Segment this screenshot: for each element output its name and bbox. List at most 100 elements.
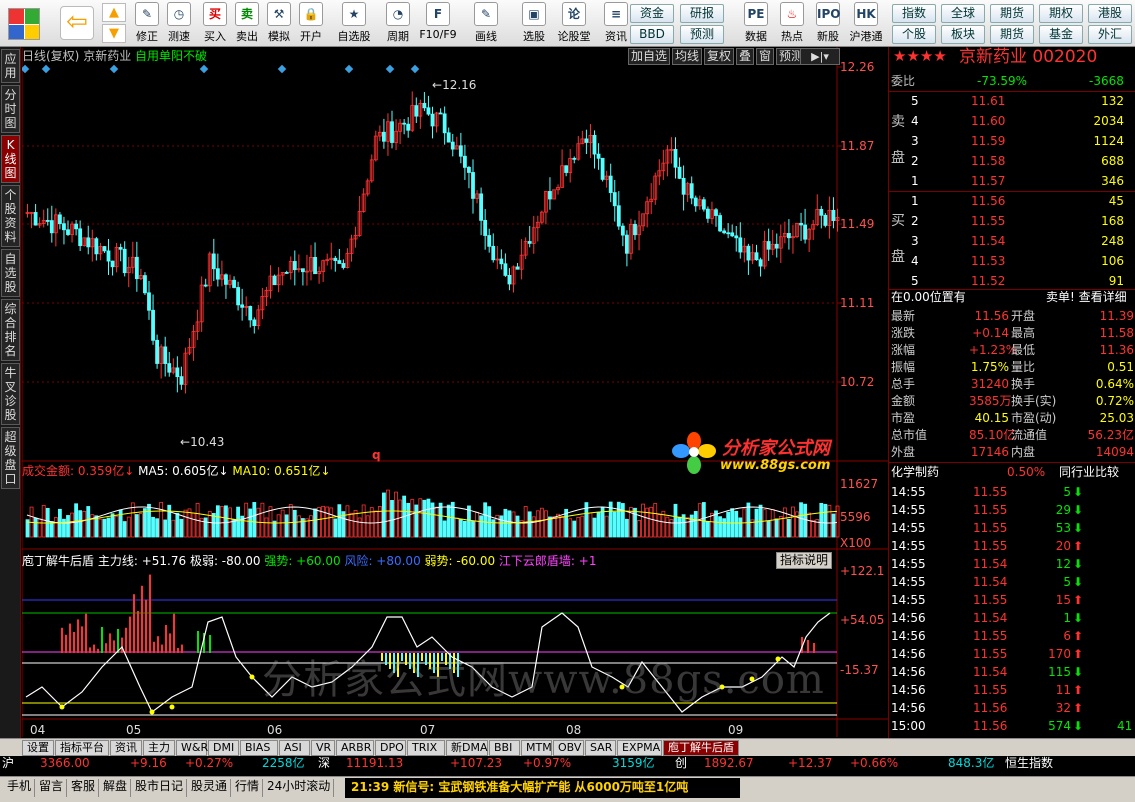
- tick-price: 11.55: [973, 539, 1008, 553]
- down-button[interactable]: ▼: [102, 24, 126, 43]
- chart-period[interactable]: 日线(复权): [22, 49, 79, 63]
- indicator-tab[interactable]: ARBR: [336, 740, 374, 756]
- volume-bar: [414, 504, 419, 538]
- candle-body: [341, 263, 346, 268]
- mini-button[interactable]: 预测: [680, 25, 724, 44]
- market-button[interactable]: 港股: [1088, 4, 1132, 23]
- status-item[interactable]: 股市日记: [132, 779, 188, 797]
- market-button[interactable]: 期权: [1039, 4, 1083, 23]
- wrench-button[interactable]: ✎ 修正: [132, 2, 162, 45]
- stopwatch-button[interactable]: ◷ 测速: [164, 2, 194, 45]
- indicator-tab[interactable]: EXPMA: [617, 740, 662, 756]
- chart-top-button[interactable]: 加自选: [628, 48, 670, 65]
- volume-bar: [718, 516, 722, 538]
- indicator-tab[interactable]: 主力: [143, 740, 175, 756]
- indicator-help-button[interactable]: 指标说明: [776, 552, 832, 569]
- lock-button[interactable]: 🔒 开户: [296, 2, 326, 45]
- hot-button[interactable]: ♨ 热点: [772, 2, 812, 45]
- mini-button[interactable]: BBD: [630, 25, 674, 44]
- chart-formula[interactable]: 自用单阳不破: [135, 49, 207, 63]
- indicator-tab[interactable]: 庖丁解牛后盾: [663, 740, 739, 756]
- indicator-tab[interactable]: ASI: [279, 740, 310, 756]
- indicator-tab[interactable]: DMI: [208, 740, 239, 756]
- sidebar-item[interactable]: 综合排名: [1, 299, 20, 361]
- tick-time: 14:55: [891, 503, 926, 517]
- sell-order-link[interactable]: 卖单! 查看详细: [1046, 290, 1127, 305]
- sidebar-item[interactable]: K线图: [1, 135, 20, 183]
- sidebar-item[interactable]: 自选股: [1, 249, 20, 297]
- news-ticker[interactable]: 21:39 新信号: 宝武钢铁准备大幅扩产能 从6000万吨至1亿吨: [345, 778, 740, 798]
- sector-name[interactable]: 化学制药: [891, 465, 939, 480]
- volume-bar: [74, 503, 78, 538]
- price-buy: 11.54: [971, 234, 1006, 248]
- status-item[interactable]: 手机: [4, 779, 36, 797]
- indicator-tab[interactable]: 新DMA: [446, 740, 488, 756]
- indicator-tab[interactable]: VR: [311, 740, 335, 756]
- clock-button[interactable]: ◔ 周期: [378, 2, 418, 45]
- chart-top-button[interactable]: 均线: [672, 48, 702, 65]
- indicator-tab[interactable]: DPO: [375, 740, 406, 756]
- indicator-tab[interactable]: SAR: [585, 740, 616, 756]
- chart-top-button[interactable]: 复权: [704, 48, 734, 65]
- indicator-tab[interactable]: TRIX: [407, 740, 445, 756]
- hk-button[interactable]: HK 沪港通: [846, 2, 886, 45]
- down-arrow-icon: ⬇: [1073, 611, 1084, 625]
- pe-button[interactable]: PE 数据: [736, 2, 776, 45]
- sidebar-item[interactable]: 应用: [1, 49, 20, 83]
- kline-chart-panel[interactable]: 日线(复权) 京新药业 自用单阳不破 加自选 均线 复权叠窗预测 ▶|▾ ←12.1…: [22, 47, 888, 738]
- indicator-name[interactable]: 庖丁解牛后盾: [22, 554, 94, 568]
- indicator-tab[interactable]: MTM: [521, 740, 552, 756]
- mini-button[interactable]: 研报: [680, 4, 724, 23]
- mini-button[interactable]: 资金: [630, 4, 674, 23]
- new-stock-button[interactable]: IPO 新股: [808, 2, 848, 45]
- sidebar-item[interactable]: 个股资料: [1, 185, 20, 247]
- volume-bar: [321, 505, 326, 538]
- status-item[interactable]: 股灵通: [188, 779, 232, 797]
- candle-body: [232, 279, 236, 288]
- status-item[interactable]: 24小时滚动: [264, 779, 335, 797]
- hammer-button[interactable]: ⚒ 模拟: [264, 2, 294, 45]
- f10-button[interactable]: F F10/F9: [418, 2, 458, 45]
- pencil-button[interactable]: ✎ 画线: [466, 2, 506, 45]
- indicator-tab[interactable]: OBV: [553, 740, 584, 756]
- app-logo-icon[interactable]: [8, 8, 40, 40]
- market-button[interactable]: 个股: [892, 25, 936, 44]
- up-button[interactable]: ▲: [102, 3, 126, 22]
- sell-button[interactable]: 卖卖出: [232, 2, 262, 45]
- chart-top-button[interactable]: 叠: [736, 48, 754, 65]
- level-sell: 4: [911, 114, 919, 128]
- status-item[interactable]: 解盘: [100, 779, 132, 797]
- indicator-tab[interactable]: BBI: [489, 740, 520, 756]
- indicator-tab[interactable]: BIAS: [240, 740, 278, 756]
- sidebar-item[interactable]: 超级盘口: [1, 427, 20, 489]
- monitor-button[interactable]: ▣ 选股: [514, 2, 554, 45]
- star-folder-button[interactable]: ★ 自选股: [334, 2, 374, 45]
- market-button[interactable]: 指数: [892, 4, 936, 23]
- market-button[interactable]: 期货: [990, 4, 1034, 23]
- market-button[interactable]: 全球: [941, 4, 985, 23]
- market-button[interactable]: 基金: [1039, 25, 1083, 44]
- indicator-tab[interactable]: 资讯: [110, 740, 142, 756]
- indicator-tab[interactable]: 设置: [22, 740, 54, 756]
- month-label: 07: [420, 723, 436, 737]
- market-button[interactable]: 期货: [990, 25, 1034, 44]
- candle-body: [774, 243, 779, 249]
- market-button[interactable]: 板块: [941, 25, 985, 44]
- sidebar-item[interactable]: 分时图: [1, 85, 20, 133]
- indicator-tab[interactable]: W&R: [176, 740, 208, 756]
- indicator-tab[interactable]: 指标平台: [55, 740, 109, 756]
- chart-arrow-button[interactable]: ▶|▾: [800, 48, 840, 65]
- position-note: 在0.00位置有: [891, 290, 966, 304]
- status-item[interactable]: 留言: [36, 779, 68, 797]
- volume-bar: [774, 518, 779, 538]
- compare-link[interactable]: 同行业比较: [1059, 465, 1119, 480]
- sidebar-item[interactable]: 牛叉诊股: [1, 363, 20, 425]
- buy-button[interactable]: 买买入: [200, 2, 230, 45]
- forum-button[interactable]: 论论股堂: [554, 2, 594, 45]
- price-buy: 11.52: [971, 274, 1006, 288]
- back-button[interactable]: ⇦: [60, 6, 94, 40]
- chart-top-button[interactable]: 窗: [756, 48, 774, 65]
- status-item[interactable]: 行情: [232, 779, 264, 797]
- market-button[interactable]: 外汇: [1088, 25, 1132, 44]
- status-item[interactable]: 客服: [68, 779, 100, 797]
